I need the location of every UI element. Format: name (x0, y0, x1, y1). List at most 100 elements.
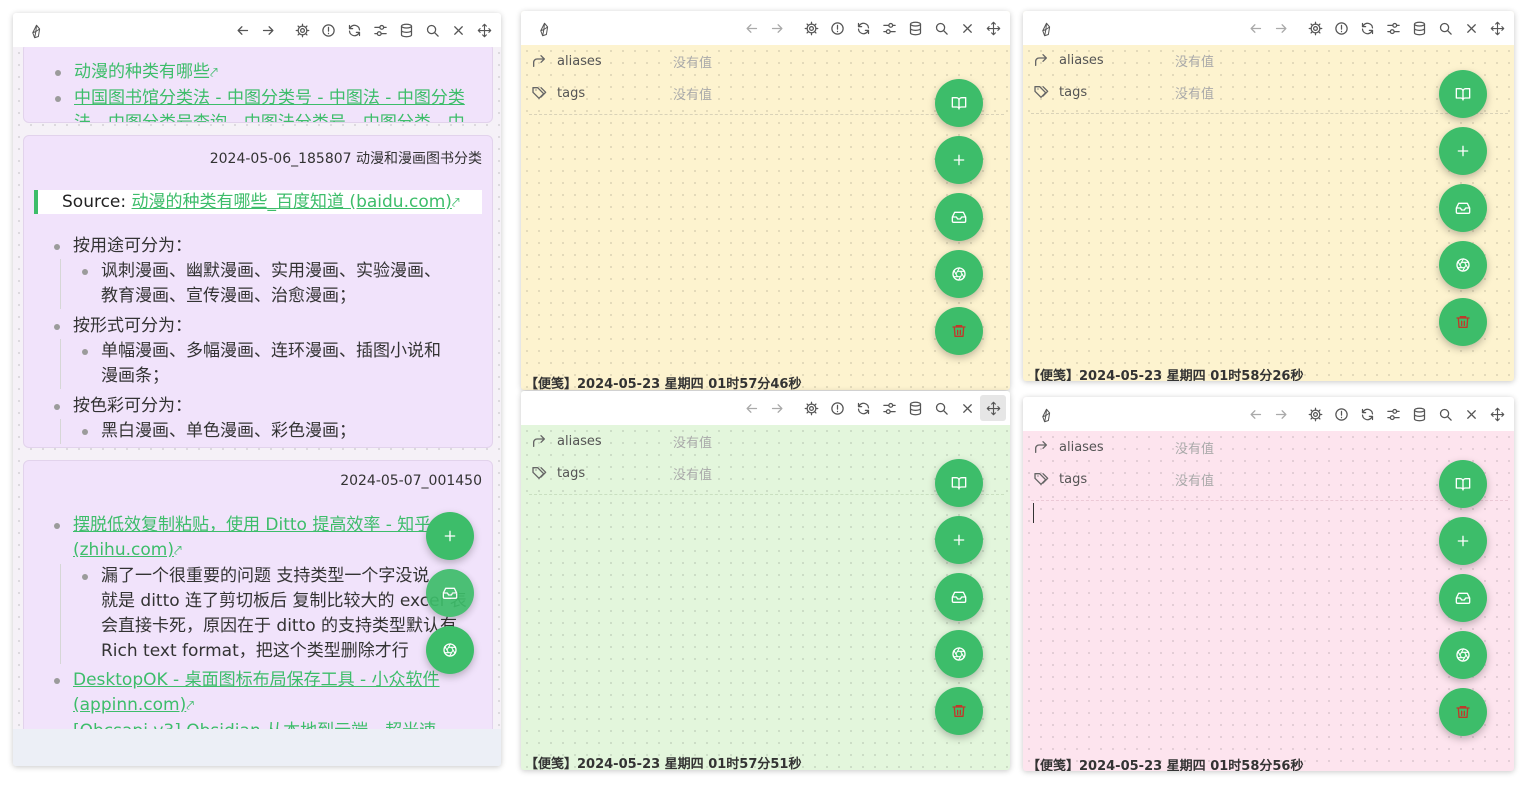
info-icon[interactable] (824, 15, 850, 41)
delete-button[interactable] (935, 687, 983, 735)
add-button[interactable] (426, 512, 474, 560)
book-button[interactable] (1439, 70, 1487, 118)
search-icon[interactable] (419, 17, 445, 43)
book-button[interactable] (1439, 460, 1487, 508)
book-button[interactable] (935, 459, 983, 507)
add-button[interactable] (935, 136, 983, 184)
property-value[interactable]: 没有值 (673, 464, 712, 483)
move-icon[interactable] (1484, 401, 1510, 427)
database-icon[interactable] (1406, 401, 1432, 427)
external-link-icon[interactable]: ⤤ (174, 539, 182, 564)
property-aliases[interactable]: aliases 没有值 (521, 45, 1010, 77)
refresh-icon[interactable] (850, 15, 876, 41)
forward-icon[interactable] (1268, 15, 1294, 41)
property-aliases[interactable]: aliases 没有值 (1023, 44, 1514, 76)
back-icon[interactable] (229, 17, 255, 43)
add-button[interactable] (1439, 517, 1487, 565)
forward-icon[interactable] (1268, 401, 1294, 427)
database-icon[interactable] (902, 395, 928, 421)
link-obcsapi[interactable]: [Obcsapi v3] Obsidian 从本地到云端，超光速 (73, 721, 436, 729)
settings-icon[interactable] (1302, 15, 1328, 41)
aperture-button[interactable] (1439, 241, 1487, 289)
inbox-button[interactable] (935, 573, 983, 621)
add-button[interactable] (1439, 127, 1487, 175)
move-icon[interactable] (980, 15, 1006, 41)
property-value[interactable]: 没有值 (673, 52, 712, 71)
property-aliases[interactable]: aliases 没有值 (521, 425, 1010, 457)
close-icon[interactable] (1458, 401, 1484, 427)
external-link-icon[interactable]: ⤤ (452, 191, 460, 215)
aperture-button[interactable] (1439, 631, 1487, 679)
back-icon[interactable] (738, 395, 764, 421)
property-value[interactable]: 没有值 (1175, 83, 1214, 102)
back-icon[interactable] (1242, 15, 1268, 41)
link-desktopok-cont[interactable]: (appinn.com) (73, 695, 186, 715)
inbox-button[interactable] (1439, 574, 1487, 622)
sliders-icon[interactable] (876, 15, 902, 41)
property-value[interactable]: 没有值 (1175, 438, 1214, 457)
forward-icon[interactable] (764, 15, 790, 41)
search-icon[interactable] (1432, 15, 1458, 41)
forward-icon[interactable] (255, 17, 281, 43)
property-value[interactable]: 没有值 (1175, 51, 1214, 70)
delete-button[interactable] (1439, 298, 1487, 346)
close-icon[interactable] (445, 17, 471, 43)
source-link[interactable]: 动漫的种类有哪些_百度知道 (baidu.com) (132, 192, 452, 212)
link-clc[interactable]: 中国图书馆分类法 - 中图分类号 - 中图法 - 中图分类 (74, 88, 465, 108)
sticky-note-3: aliases 没有值 tags 没有值 【便笺】2024-05-23 星期四 01… (1023, 11, 1514, 381)
info-icon[interactable] (1328, 15, 1354, 41)
external-link-icon[interactable]: ⤤ (210, 61, 218, 86)
search-icon[interactable] (928, 15, 954, 41)
settings-icon[interactable] (289, 17, 315, 43)
refresh-icon[interactable] (1354, 401, 1380, 427)
sliders-icon[interactable] (1380, 15, 1406, 41)
sliders-icon[interactable] (876, 395, 902, 421)
link-ditto[interactable]: 摆脱低效复制粘贴，使用 Ditto 提高效率 - 知乎 (73, 515, 431, 535)
property-value[interactable]: 没有值 (1175, 470, 1214, 489)
refresh-icon[interactable] (1354, 15, 1380, 41)
forward-icon[interactable] (764, 395, 790, 421)
book-button[interactable] (935, 79, 983, 127)
info-icon[interactable] (1328, 401, 1354, 427)
inbox-button[interactable] (935, 193, 983, 241)
note-footer: 【便笺】2024-05-23 星期四 01时58分56秒 (1027, 759, 1304, 771)
database-icon[interactable] (902, 15, 928, 41)
close-icon[interactable] (954, 395, 980, 421)
delete-button[interactable] (935, 307, 983, 355)
settings-icon[interactable] (1302, 401, 1328, 427)
refresh-icon[interactable] (850, 395, 876, 421)
settings-icon[interactable] (798, 395, 824, 421)
back-icon[interactable] (1242, 401, 1268, 427)
search-icon[interactable] (1432, 401, 1458, 427)
property-value[interactable]: 没有值 (673, 84, 712, 103)
database-icon[interactable] (393, 17, 419, 43)
back-icon[interactable] (738, 15, 764, 41)
info-icon[interactable] (824, 395, 850, 421)
move-icon[interactable] (471, 17, 497, 43)
move-icon[interactable] (980, 395, 1006, 421)
link-clc-cont[interactable]: 法 - 中图分类号查询 - 中图法分类号 - 中图分类 - 中 (74, 113, 465, 122)
aperture-button[interactable] (935, 250, 983, 298)
external-link-icon[interactable]: ⤤ (186, 694, 194, 719)
property-value[interactable]: 没有值 (673, 432, 712, 451)
add-button[interactable] (935, 516, 983, 564)
search-icon[interactable] (928, 395, 954, 421)
settings-icon[interactable] (798, 15, 824, 41)
sliders-icon[interactable] (367, 17, 393, 43)
link-ditto-cont[interactable]: (zhihu.com) (73, 540, 174, 560)
inbox-button[interactable] (426, 569, 474, 617)
close-icon[interactable] (1458, 15, 1484, 41)
property-aliases[interactable]: aliases 没有值 (1023, 431, 1514, 463)
link-anime-types[interactable]: 动漫的种类有哪些 (74, 62, 210, 82)
database-icon[interactable] (1406, 15, 1432, 41)
move-icon[interactable] (1484, 15, 1510, 41)
aperture-button[interactable] (426, 626, 474, 674)
info-icon[interactable] (315, 17, 341, 43)
link-desktopok[interactable]: DesktopOK - 桌面图标布局保存工具 - 小众软件 (73, 670, 440, 690)
refresh-icon[interactable] (341, 17, 367, 43)
sliders-icon[interactable] (1380, 401, 1406, 427)
aperture-button[interactable] (935, 630, 983, 678)
inbox-button[interactable] (1439, 184, 1487, 232)
delete-button[interactable] (1439, 688, 1487, 736)
close-icon[interactable] (954, 15, 980, 41)
